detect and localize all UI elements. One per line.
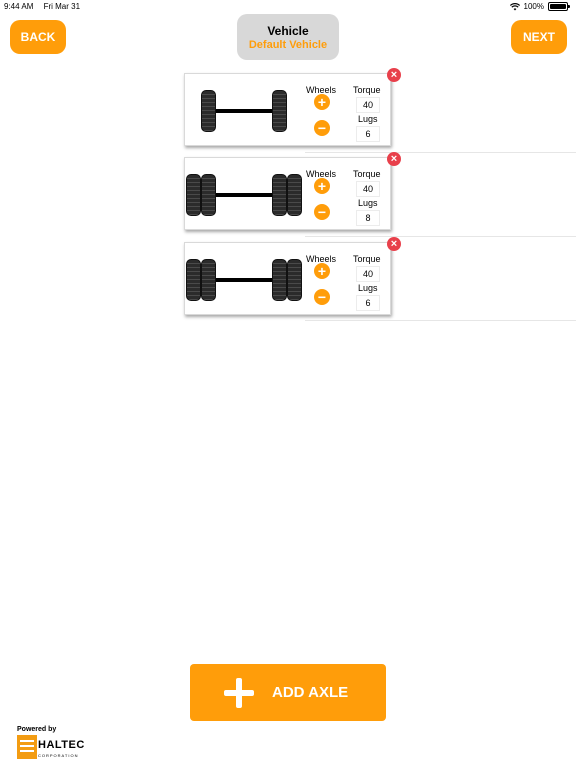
tire-icon [287,174,302,216]
lugs-field[interactable]: 6 [356,126,380,142]
axle-bar [216,278,272,282]
battery-icon [548,2,570,11]
tire-icon [272,259,287,301]
torque-field[interactable]: 40 [356,97,380,113]
lugs-field[interactable]: 8 [356,210,380,226]
lugs-label: Lugs [358,198,378,208]
back-button[interactable]: BACK [10,20,66,54]
powered-by-label: Powered by [17,726,57,733]
axle-bar [216,109,272,113]
add-axle-button[interactable]: ADD AXLE [190,664,386,721]
status-right: 100% [509,2,570,11]
vehicle-title: Vehicle [267,24,309,38]
vehicle-name: Default Vehicle [248,39,328,51]
plus-icon [224,678,254,708]
status-time: 9:44 AM [4,2,34,11]
row-divider [305,152,576,153]
vehicle-selector[interactable]: Vehicle Default Vehicle [237,14,339,60]
plus-icon[interactable]: + [314,94,330,110]
plus-icon[interactable]: + [314,263,330,279]
axle-card-1: × Wheels + − Torque 40 Lugs 6 [184,68,401,146]
axle-card-2: × Wheels + − Torque 40 Lugs 8 [184,152,401,230]
close-icon[interactable]: × [387,68,401,82]
row-divider [305,320,576,321]
torque-field[interactable]: 40 [356,181,380,197]
axle-bar [216,193,272,197]
tire-icon [186,259,201,301]
tire-icon [272,174,287,216]
logo-text: HALTEC [38,739,85,751]
status-bar: 9:44 AM Fri Mar 31 100% [0,0,576,14]
minus-icon[interactable]: − [314,120,330,136]
lugs-label: Lugs [358,114,378,124]
logo-mark [17,735,37,759]
status-left: 9:44 AM Fri Mar 31 [4,2,80,11]
axle-card-3: × Wheels + − Torque 40 Lugs 6 [184,237,401,315]
tire-icon [201,259,216,301]
battery-percent: 100% [523,2,544,11]
logo-subtext: CORPORATION [38,753,79,758]
haltec-logo: HALTEC CORPORATION [17,735,87,761]
torque-field[interactable]: 40 [356,266,380,282]
close-icon[interactable]: × [387,237,401,251]
tire-icon [201,174,216,216]
row-divider [305,236,576,237]
torque-label: Torque [353,85,381,95]
lugs-label: Lugs [358,283,378,293]
torque-label: Torque [353,169,381,179]
tire-icon [287,259,302,301]
add-axle-label: ADD AXLE [272,684,349,701]
next-button[interactable]: NEXT [511,20,567,54]
tire-icon [186,174,201,216]
wifi-icon [509,2,520,10]
minus-icon[interactable]: − [314,204,330,220]
tire-icon [201,90,216,132]
close-icon[interactable]: × [387,152,401,166]
torque-label: Torque [353,254,381,264]
minus-icon[interactable]: − [314,289,330,305]
tire-icon [272,90,287,132]
status-date: Fri Mar 31 [43,2,81,11]
plus-icon[interactable]: + [314,178,330,194]
lugs-field[interactable]: 6 [356,295,380,311]
